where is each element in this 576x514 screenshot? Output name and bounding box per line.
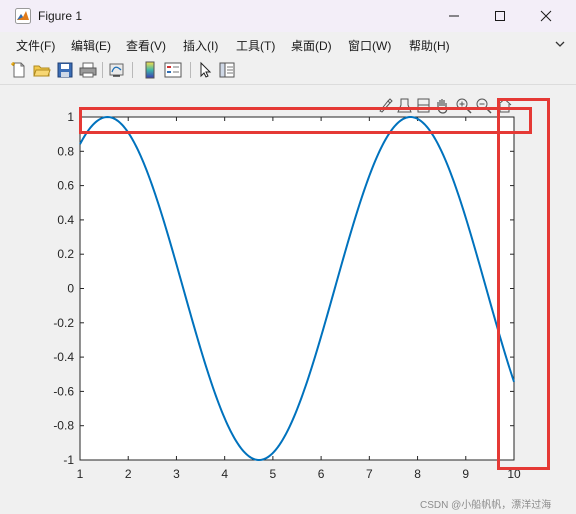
menubar-dock-arrow-icon[interactable] (555, 39, 565, 49)
close-button[interactable] (523, 0, 569, 32)
watermark-text: CSDN @小船帆帆，漂洋过海 (420, 500, 552, 511)
new-figure-icon[interactable] (10, 61, 28, 79)
home-icon[interactable] (496, 97, 513, 114)
rotate-icon[interactable] (415, 97, 432, 114)
menu-view[interactable]: 查看(V) (126, 37, 166, 54)
toolbar-separator (102, 62, 103, 78)
colorbar-icon[interactable] (141, 61, 159, 79)
title-bar[interactable]: Figure 1 (0, 0, 576, 32)
property-editor-icon[interactable] (218, 61, 236, 79)
menu-insert[interactable]: 插入(I) (183, 37, 218, 54)
menu-tools[interactable]: 工具(T) (236, 37, 275, 54)
figure-window: Figure 1 文件(F) 编辑(E) 查看(V) 插入(I) 工具(T) 桌… (0, 0, 576, 514)
toolbar-separator (190, 62, 191, 78)
figure-canvas (8, 86, 568, 506)
matlab-icon (15, 8, 31, 24)
minimize-button[interactable] (431, 0, 477, 32)
open-file-icon[interactable] (33, 61, 51, 79)
link-plot-icon[interactable] (108, 61, 126, 79)
toolbar-separator (132, 62, 133, 78)
legend-icon[interactable] (164, 61, 182, 79)
pan-icon[interactable] (434, 97, 451, 114)
menu-file[interactable]: 文件(F) (16, 37, 55, 54)
minimize-icon (449, 15, 459, 17)
menu-window[interactable]: 窗口(W) (348, 37, 391, 54)
pointer-icon[interactable] (196, 61, 214, 79)
maximize-button[interactable] (477, 0, 523, 32)
maximize-icon (495, 11, 505, 21)
window-title: Figure 1 (38, 9, 83, 23)
data-tips-icon[interactable] (396, 97, 413, 114)
menu-bar: 文件(F) 编辑(E) 查看(V) 插入(I) 工具(T) 桌面(D) 窗口(W… (0, 32, 576, 56)
save-icon[interactable] (56, 61, 74, 79)
menu-help[interactable]: 帮助(H) (409, 37, 450, 54)
close-icon (540, 10, 552, 22)
zoom-in-icon[interactable] (455, 97, 472, 114)
menu-desktop[interactable]: 桌面(D) (291, 37, 332, 54)
menu-edit[interactable]: 编辑(E) (71, 37, 111, 54)
figure-toolbar (0, 56, 576, 85)
zoom-out-icon[interactable] (475, 97, 492, 114)
print-icon[interactable] (79, 61, 97, 79)
brush-icon[interactable] (377, 97, 394, 114)
